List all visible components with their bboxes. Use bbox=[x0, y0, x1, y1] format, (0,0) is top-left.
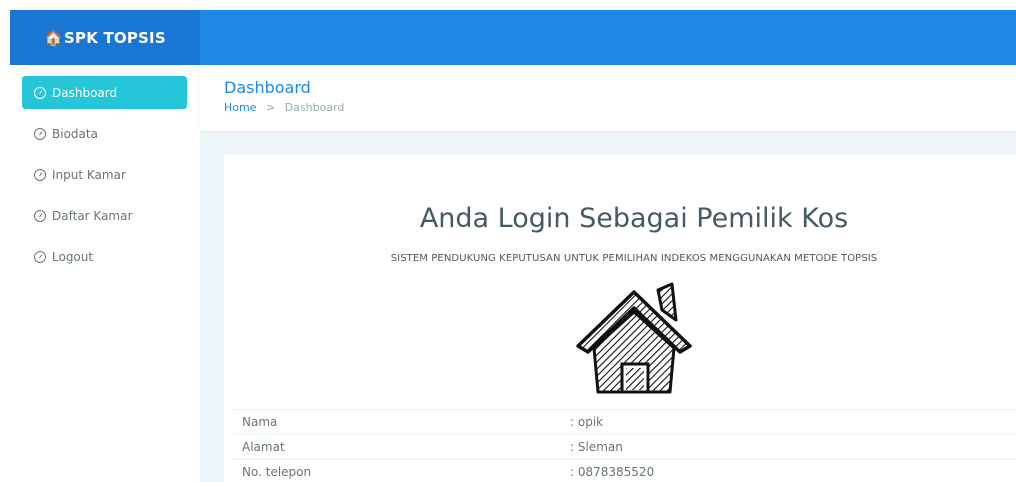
welcome-title: Anda Login Sebagai Pemilik Kos bbox=[419, 203, 849, 234]
sidebar-item-label: Dashboard bbox=[52, 85, 118, 100]
breadcrumb: Home > Dashboard bbox=[224, 101, 344, 114]
info-value: : Sleman bbox=[570, 440, 623, 454]
dashboard-gauge-icon bbox=[34, 168, 46, 181]
sidebar-item-input-kamar[interactable]: Input Kamar bbox=[22, 158, 187, 191]
dashboard-gauge-icon bbox=[34, 209, 46, 222]
sidebar-item-label: Biodata bbox=[52, 126, 98, 141]
sidebar-item-label: Input Kamar bbox=[52, 167, 126, 182]
info-label: Alamat bbox=[242, 440, 285, 454]
sidebar-item-daftar-kamar[interactable]: Daftar Kamar bbox=[22, 199, 187, 232]
table-row: Nama : opik bbox=[234, 409, 1016, 434]
info-value: : opik bbox=[570, 415, 604, 429]
house-sketch-icon bbox=[576, 282, 692, 394]
brand-title: SPK TOPSIS bbox=[64, 28, 166, 47]
sidebar-item-label: Daftar Kamar bbox=[52, 208, 133, 223]
sidebar-item-label: Logout bbox=[52, 249, 94, 264]
system-subtitle: SISTEM PENDUKUNG KEPUTUSAN UNTUK PEMILIH… bbox=[390, 253, 878, 264]
info-value: : 0878385520 bbox=[570, 465, 655, 479]
sidebar-item-dashboard[interactable]: Dashboard bbox=[22, 76, 187, 109]
dashboard-gauge-icon bbox=[34, 127, 46, 140]
page-title: Dashboard bbox=[224, 78, 311, 97]
home-icon: 🏠 bbox=[44, 28, 64, 47]
dashboard-gauge-icon bbox=[34, 86, 46, 99]
breadcrumb-separator: > bbox=[265, 101, 276, 114]
content-area: Dashboard Home > Dashboard Anda Login Se… bbox=[200, 65, 1016, 482]
owner-info-table: Nama : opik Alamat : Sleman No. telepon … bbox=[234, 409, 1016, 482]
sidebar-item-logout[interactable]: Logout bbox=[22, 240, 187, 273]
info-label: Nama bbox=[242, 415, 278, 429]
sidebar: Dashboard Biodata Input Kamar Daftar Kam… bbox=[10, 65, 200, 482]
table-row: Alamat : Sleman bbox=[234, 434, 1016, 459]
breadcrumb-current: Dashboard bbox=[284, 101, 345, 114]
info-label: No. telepon bbox=[242, 465, 312, 479]
brand-logo[interactable]: 🏠 SPK TOPSIS bbox=[10, 10, 200, 65]
dashboard-gauge-icon bbox=[34, 250, 46, 263]
top-navbar: 🏠 SPK TOPSIS bbox=[10, 10, 1016, 65]
dashboard-card: Anda Login Sebagai Pemilik Kos SISTEM PE… bbox=[224, 155, 1016, 482]
table-row: No. telepon : 0878385520 bbox=[234, 459, 1016, 482]
sidebar-item-biodata[interactable]: Biodata bbox=[22, 117, 187, 150]
page-header: Dashboard Home > Dashboard bbox=[200, 65, 1016, 131]
breadcrumb-home-link[interactable]: Home bbox=[224, 101, 256, 114]
